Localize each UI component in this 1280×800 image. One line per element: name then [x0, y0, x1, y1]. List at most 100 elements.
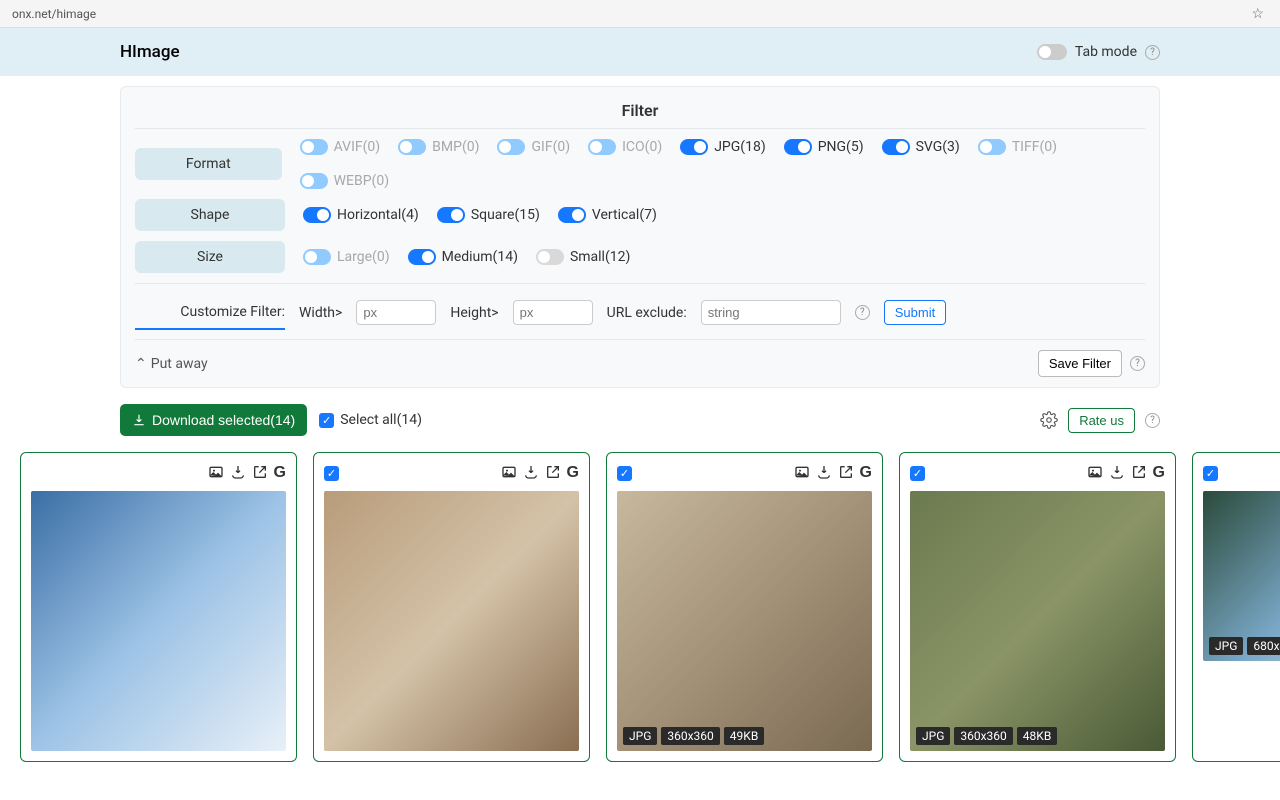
help-icon[interactable]: ? — [1145, 413, 1160, 428]
filter-switch[interactable] — [680, 139, 708, 155]
google-icon[interactable]: G — [567, 464, 579, 482]
google-icon[interactable]: G — [860, 464, 872, 482]
filter-label-size: Size — [135, 241, 285, 273]
download-icon[interactable] — [1109, 464, 1125, 482]
filter-switch[interactable] — [588, 139, 616, 155]
filter-switch[interactable] — [408, 249, 436, 265]
image-gallery: ✓G✓G✓GJPG360x36049KB✓GJPG360x36048KB✓GJP… — [20, 436, 1260, 762]
tab-mode-label: Tab mode — [1075, 44, 1137, 60]
app-title: HImage — [120, 42, 180, 62]
url-exclude-label: URL exclude: — [607, 305, 687, 321]
image-badge: 49KB — [724, 727, 765, 745]
card-checkbox[interactable]: ✓ — [617, 466, 632, 481]
url-exclude-input[interactable] — [701, 300, 841, 325]
browser-address-bar: onx.net/himage ☆ — [0, 0, 1280, 28]
download-icon[interactable] — [816, 464, 832, 482]
filter-option-label: BMP(0) — [432, 139, 479, 155]
width-input[interactable] — [356, 300, 436, 325]
filter-switch[interactable] — [300, 173, 328, 189]
filter-panel: Filter Format AVIF(0)BMP(0)GIF(0)ICO(0)J… — [120, 86, 1160, 388]
customize-filter-label: Customize Filter: — [135, 304, 285, 330]
gallery-toolbar: Download selected(14) ✓ Select all(14) R… — [120, 404, 1160, 436]
image-thumbnail[interactable]: JPG680x45667KB — [1203, 491, 1280, 661]
chevron-up-icon: ⌃ — [135, 356, 147, 372]
image-badge: 360x360 — [661, 727, 719, 745]
filter-option-label: Vertical(7) — [592, 207, 657, 223]
image-icon[interactable] — [794, 464, 810, 482]
filter-option-label: Small(12) — [570, 249, 630, 265]
rate-us-button[interactable]: Rate us — [1068, 408, 1135, 433]
url-fragment: onx.net/himage — [12, 7, 1268, 21]
image-icon[interactable] — [501, 464, 517, 482]
google-icon[interactable]: G — [1153, 464, 1165, 482]
filter-switch[interactable] — [558, 207, 586, 223]
height-input[interactable] — [513, 300, 593, 325]
image-card[interactable]: ✓GJPG680x45667KB — [1192, 452, 1280, 762]
filter-option-label: AVIF(0) — [334, 139, 381, 155]
card-checkbox[interactable]: ✓ — [324, 466, 339, 481]
filter-row-format: Format AVIF(0)BMP(0)GIF(0)ICO(0)JPG(18)P… — [135, 139, 1145, 189]
card-checkbox[interactable]: ✓ — [910, 466, 925, 481]
filter-switch[interactable] — [497, 139, 525, 155]
download-icon[interactable] — [230, 464, 246, 482]
image-card[interactable]: ✓ G JPG360x36048KB — [899, 452, 1176, 762]
filter-row-shape: Shape Horizontal(4)Square(15)Vertical(7) — [135, 199, 1145, 231]
download-icon[interactable] — [523, 464, 539, 482]
image-badge: JPG — [916, 727, 950, 745]
filter-option-label: SVG(3) — [916, 139, 960, 155]
card-checkbox[interactable]: ✓ — [1203, 466, 1218, 481]
save-filter-button[interactable]: Save Filter — [1038, 350, 1122, 377]
image-badge: 48KB — [1017, 727, 1058, 745]
select-all-toggle[interactable]: ✓ Select all(14) — [319, 412, 422, 428]
image-icon[interactable] — [208, 464, 224, 482]
filter-switch[interactable] — [536, 249, 564, 265]
filter-option-label: ICO(0) — [622, 139, 662, 155]
help-icon[interactable]: ? — [855, 305, 870, 320]
download-icon — [132, 413, 146, 427]
filter-option-label: GIF(0) — [531, 139, 570, 155]
open-external-icon[interactable] — [545, 464, 561, 482]
download-selected-button[interactable]: Download selected(14) — [120, 404, 307, 436]
image-card[interactable]: ✓G — [20, 452, 297, 762]
image-thumbnail[interactable] — [324, 491, 579, 751]
gear-icon[interactable] — [1040, 411, 1058, 429]
width-label: Width> — [299, 305, 342, 321]
filter-option-label: WEBP(0) — [334, 173, 389, 189]
customize-filter-row: Customize Filter: Width> Height> URL exc… — [135, 283, 1145, 325]
image-card[interactable]: ✓G — [313, 452, 590, 762]
filter-switch[interactable] — [303, 249, 331, 265]
put-away-label: Put away — [151, 356, 208, 372]
filter-row-size: Size Large(0)Medium(14)Small(12) — [135, 241, 1145, 273]
image-thumbnail[interactable]: JPG360x360 49KB — [617, 491, 872, 751]
image-badge: JPG — [1209, 637, 1243, 655]
filter-switch[interactable] — [300, 139, 328, 155]
filter-switch[interactable] — [882, 139, 910, 155]
open-external-icon[interactable] — [1131, 464, 1147, 482]
google-icon[interactable]: G — [274, 464, 286, 482]
filter-option-label: Medium(14) — [442, 249, 518, 265]
submit-button[interactable]: Submit — [884, 300, 946, 325]
bookmark-star-icon[interactable]: ☆ — [1251, 6, 1264, 22]
image-card[interactable]: ✓ G JPG360x360 49KB — [606, 452, 883, 762]
download-selected-label: Download selected(14) — [152, 412, 295, 428]
filter-switch[interactable] — [303, 207, 331, 223]
help-icon[interactable]: ? — [1145, 45, 1160, 60]
filter-switch[interactable] — [437, 207, 465, 223]
open-external-icon[interactable] — [838, 464, 854, 482]
filter-label-format: Format — [135, 148, 282, 180]
select-all-label: Select all(14) — [340, 412, 422, 428]
image-icon[interactable] — [1087, 464, 1103, 482]
image-thumbnail[interactable] — [31, 491, 286, 751]
filter-switch[interactable] — [398, 139, 426, 155]
filter-option-label: TIFF(0) — [1012, 139, 1057, 155]
tab-mode-toggle[interactable] — [1037, 44, 1067, 60]
image-thumbnail[interactable]: JPG360x36048KB — [910, 491, 1165, 751]
image-badge: JPG — [623, 727, 657, 745]
put-away-toggle[interactable]: ⌃ Put away — [135, 356, 208, 372]
open-external-icon[interactable] — [252, 464, 268, 482]
filter-switch[interactable] — [784, 139, 812, 155]
filter-switch[interactable] — [978, 139, 1006, 155]
filter-label-shape: Shape — [135, 199, 285, 231]
checkbox-icon: ✓ — [319, 413, 334, 428]
help-icon[interactable]: ? — [1130, 356, 1145, 371]
